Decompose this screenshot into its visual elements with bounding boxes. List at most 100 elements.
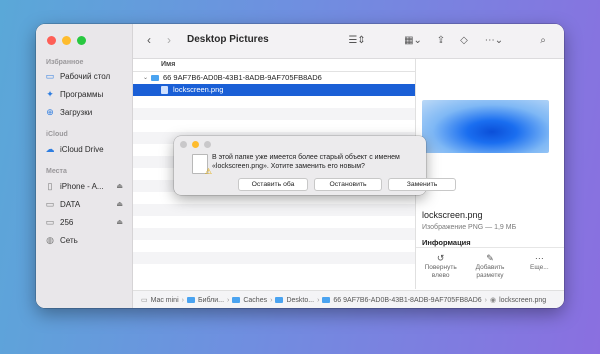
dialog-message: В этой папке уже имеется более старый об… <box>212 154 400 170</box>
column-header-label: Имя <box>161 61 176 68</box>
action-label: Повернуть влево <box>424 264 457 279</box>
sidebar-item-network[interactable]: ◍ Сеть <box>45 233 127 247</box>
drive-icon: ▭ <box>45 198 55 209</box>
empty-row <box>133 264 415 276</box>
forward-icon[interactable]: › <box>163 32 175 48</box>
dialog-buttons: Оставить оба Остановить Заменить <box>238 178 456 191</box>
empty-row <box>133 204 415 216</box>
sidebar-item-label: Загрузки <box>60 107 93 117</box>
downloads-icon: ⊕ <box>46 106 54 117</box>
path-separator-icon: › <box>227 296 230 304</box>
sidebar-item-downloads[interactable]: ⊕ Загрузки <box>45 105 127 119</box>
folder-name: 66 9AF7B6-AD0B-43B1-8ADB-9AF705FB8AD6 <box>163 73 322 82</box>
sidebar-item-desktop[interactable]: ▭ Рабочий стол <box>45 69 127 83</box>
sidebar: Избранное ▭ Рабочий стол ✦ Программы ⊕ З… <box>36 24 133 308</box>
sidebar-item-data[interactable]: ▭ DATA ⏏ <box>45 197 127 211</box>
sidebar-item-icloud-drive[interactable]: ☁ iCloud Drive <box>45 142 127 156</box>
list-item-file[interactable]: lockscreen.png <box>133 84 415 96</box>
eject-icon[interactable]: ⏏ <box>116 218 123 226</box>
back-icon[interactable]: ‹ <box>143 32 155 48</box>
folder-icon <box>275 297 284 303</box>
preview-info-title: Информация <box>422 238 471 247</box>
path-separator-icon: › <box>317 296 320 304</box>
tag-icon[interactable]: ◇ <box>457 32 471 48</box>
path-item[interactable]: lockscreen.png <box>499 297 546 304</box>
sidebar-item-label: 256 <box>60 217 74 227</box>
path-separator-icon: › <box>484 296 487 304</box>
empty-row <box>133 252 415 264</box>
computer-icon: ▭ <box>141 297 148 304</box>
empty-row <box>133 120 415 132</box>
rotate-left-button[interactable]: ↺ Повернуть влево <box>416 248 465 290</box>
icloud-section-title: iCloud <box>46 131 68 138</box>
sidebar-item-label: DATA <box>60 199 81 209</box>
path-item[interactable]: Mac mini <box>151 297 179 304</box>
replace-dialog: ⚠ В этой папке уже имеется более старый … <box>174 136 456 195</box>
cloud-icon: ☁ <box>45 143 55 154</box>
keep-both-button[interactable]: Оставить оба <box>238 178 308 191</box>
group-icon[interactable]: ▦⌄ <box>401 32 425 48</box>
markup-button[interactable]: ✎ Добавить разметку <box>465 248 514 290</box>
preview-file-type: Изображение PNG — 1,9 МБ <box>422 224 517 231</box>
window-title: Desktop Pictures <box>187 34 269 45</box>
drive-icon: ▭ <box>45 216 55 227</box>
search-icon[interactable]: ⌕ <box>537 32 549 48</box>
path-item[interactable]: Библи... <box>198 297 224 304</box>
column-header-name[interactable]: Имя <box>133 59 415 72</box>
image-file-icon: ◉ <box>490 297 497 304</box>
empty-row <box>133 240 415 252</box>
more-icon: ⋯ <box>534 253 544 263</box>
path-item[interactable]: 66 9AF7B6-AD0B-43B1-8ADB-9AF705FB8AD6 <box>333 297 481 304</box>
sidebar-item-label: iPhone - A... <box>60 181 104 191</box>
more-actions-icon[interactable]: ⋯⌄ <box>483 32 505 48</box>
dialog-window-controls <box>180 141 211 148</box>
path-separator-icon: › <box>270 296 273 304</box>
places-section-title: Места <box>46 168 67 175</box>
close-button[interactable] <box>47 36 56 45</box>
preview-actions: ↺ Повернуть влево ✎ Добавить разметку ⋯ … <box>416 247 564 290</box>
folder-icon <box>151 75 159 81</box>
empty-row <box>133 228 415 240</box>
path-item[interactable]: Caches <box>243 297 267 304</box>
path-item[interactable]: Deskto... <box>286 297 314 304</box>
zoom-button[interactable] <box>204 141 211 148</box>
eject-icon[interactable]: ⏏ <box>116 182 123 190</box>
file-warning-icon: ⚠ <box>192 154 212 176</box>
empty-row <box>133 96 415 108</box>
phone-icon: ▯ <box>47 180 53 191</box>
markup-icon: ✎ <box>486 253 494 263</box>
minimize-button[interactable] <box>192 141 199 148</box>
rotate-left-icon: ↺ <box>436 253 445 263</box>
desktop-icon: ▭ <box>45 70 55 81</box>
sidebar-item-256[interactable]: ▭ 256 ⏏ <box>45 215 127 229</box>
list-view-icon[interactable]: ☰⇕ <box>345 32 369 48</box>
empty-row <box>133 216 415 228</box>
path-separator-icon: › <box>181 296 184 304</box>
image-file-icon <box>161 86 168 94</box>
path-bar: ▭ Mac mini › Библи... › Caches › Deskto.… <box>133 290 564 308</box>
list-item-folder[interactable]: ⌄ 66 9AF7B6-AD0B-43B1-8ADB-9AF705FB8AD6 <box>133 72 415 84</box>
file-name: lockscreen.png <box>173 85 224 94</box>
action-label: Добавить разметку <box>475 264 505 279</box>
sidebar-item-label: Рабочий стол <box>60 71 111 81</box>
sidebar-item-applications[interactable]: ✦ Программы <box>45 87 127 101</box>
disclosure-icon[interactable]: ⌄ <box>143 72 148 84</box>
share-icon[interactable]: ⇪ <box>435 32 447 48</box>
sidebar-item-iphone[interactable]: ▯ iPhone - A... ⏏ <box>45 179 127 193</box>
folder-icon <box>322 297 331 303</box>
folder-icon <box>186 297 195 303</box>
preview-pane: lockscreen.png Изображение PNG — 1,9 МБ … <box>416 59 564 289</box>
window-controls <box>47 36 86 45</box>
stop-button[interactable]: Остановить <box>314 178 382 191</box>
sidebar-item-label: Сеть <box>60 235 78 245</box>
more-button[interactable]: ⋯ Еще... <box>515 248 564 290</box>
empty-row <box>133 108 415 120</box>
preview-file-name: lockscreen.png <box>422 210 483 220</box>
network-icon: ◍ <box>46 234 54 245</box>
close-button[interactable] <box>180 141 187 148</box>
replace-button[interactable]: Заменить <box>388 178 456 191</box>
eject-icon[interactable]: ⏏ <box>116 200 123 208</box>
minimize-button[interactable] <box>62 36 71 45</box>
zoom-button[interactable] <box>77 36 86 45</box>
folder-icon <box>232 297 241 303</box>
